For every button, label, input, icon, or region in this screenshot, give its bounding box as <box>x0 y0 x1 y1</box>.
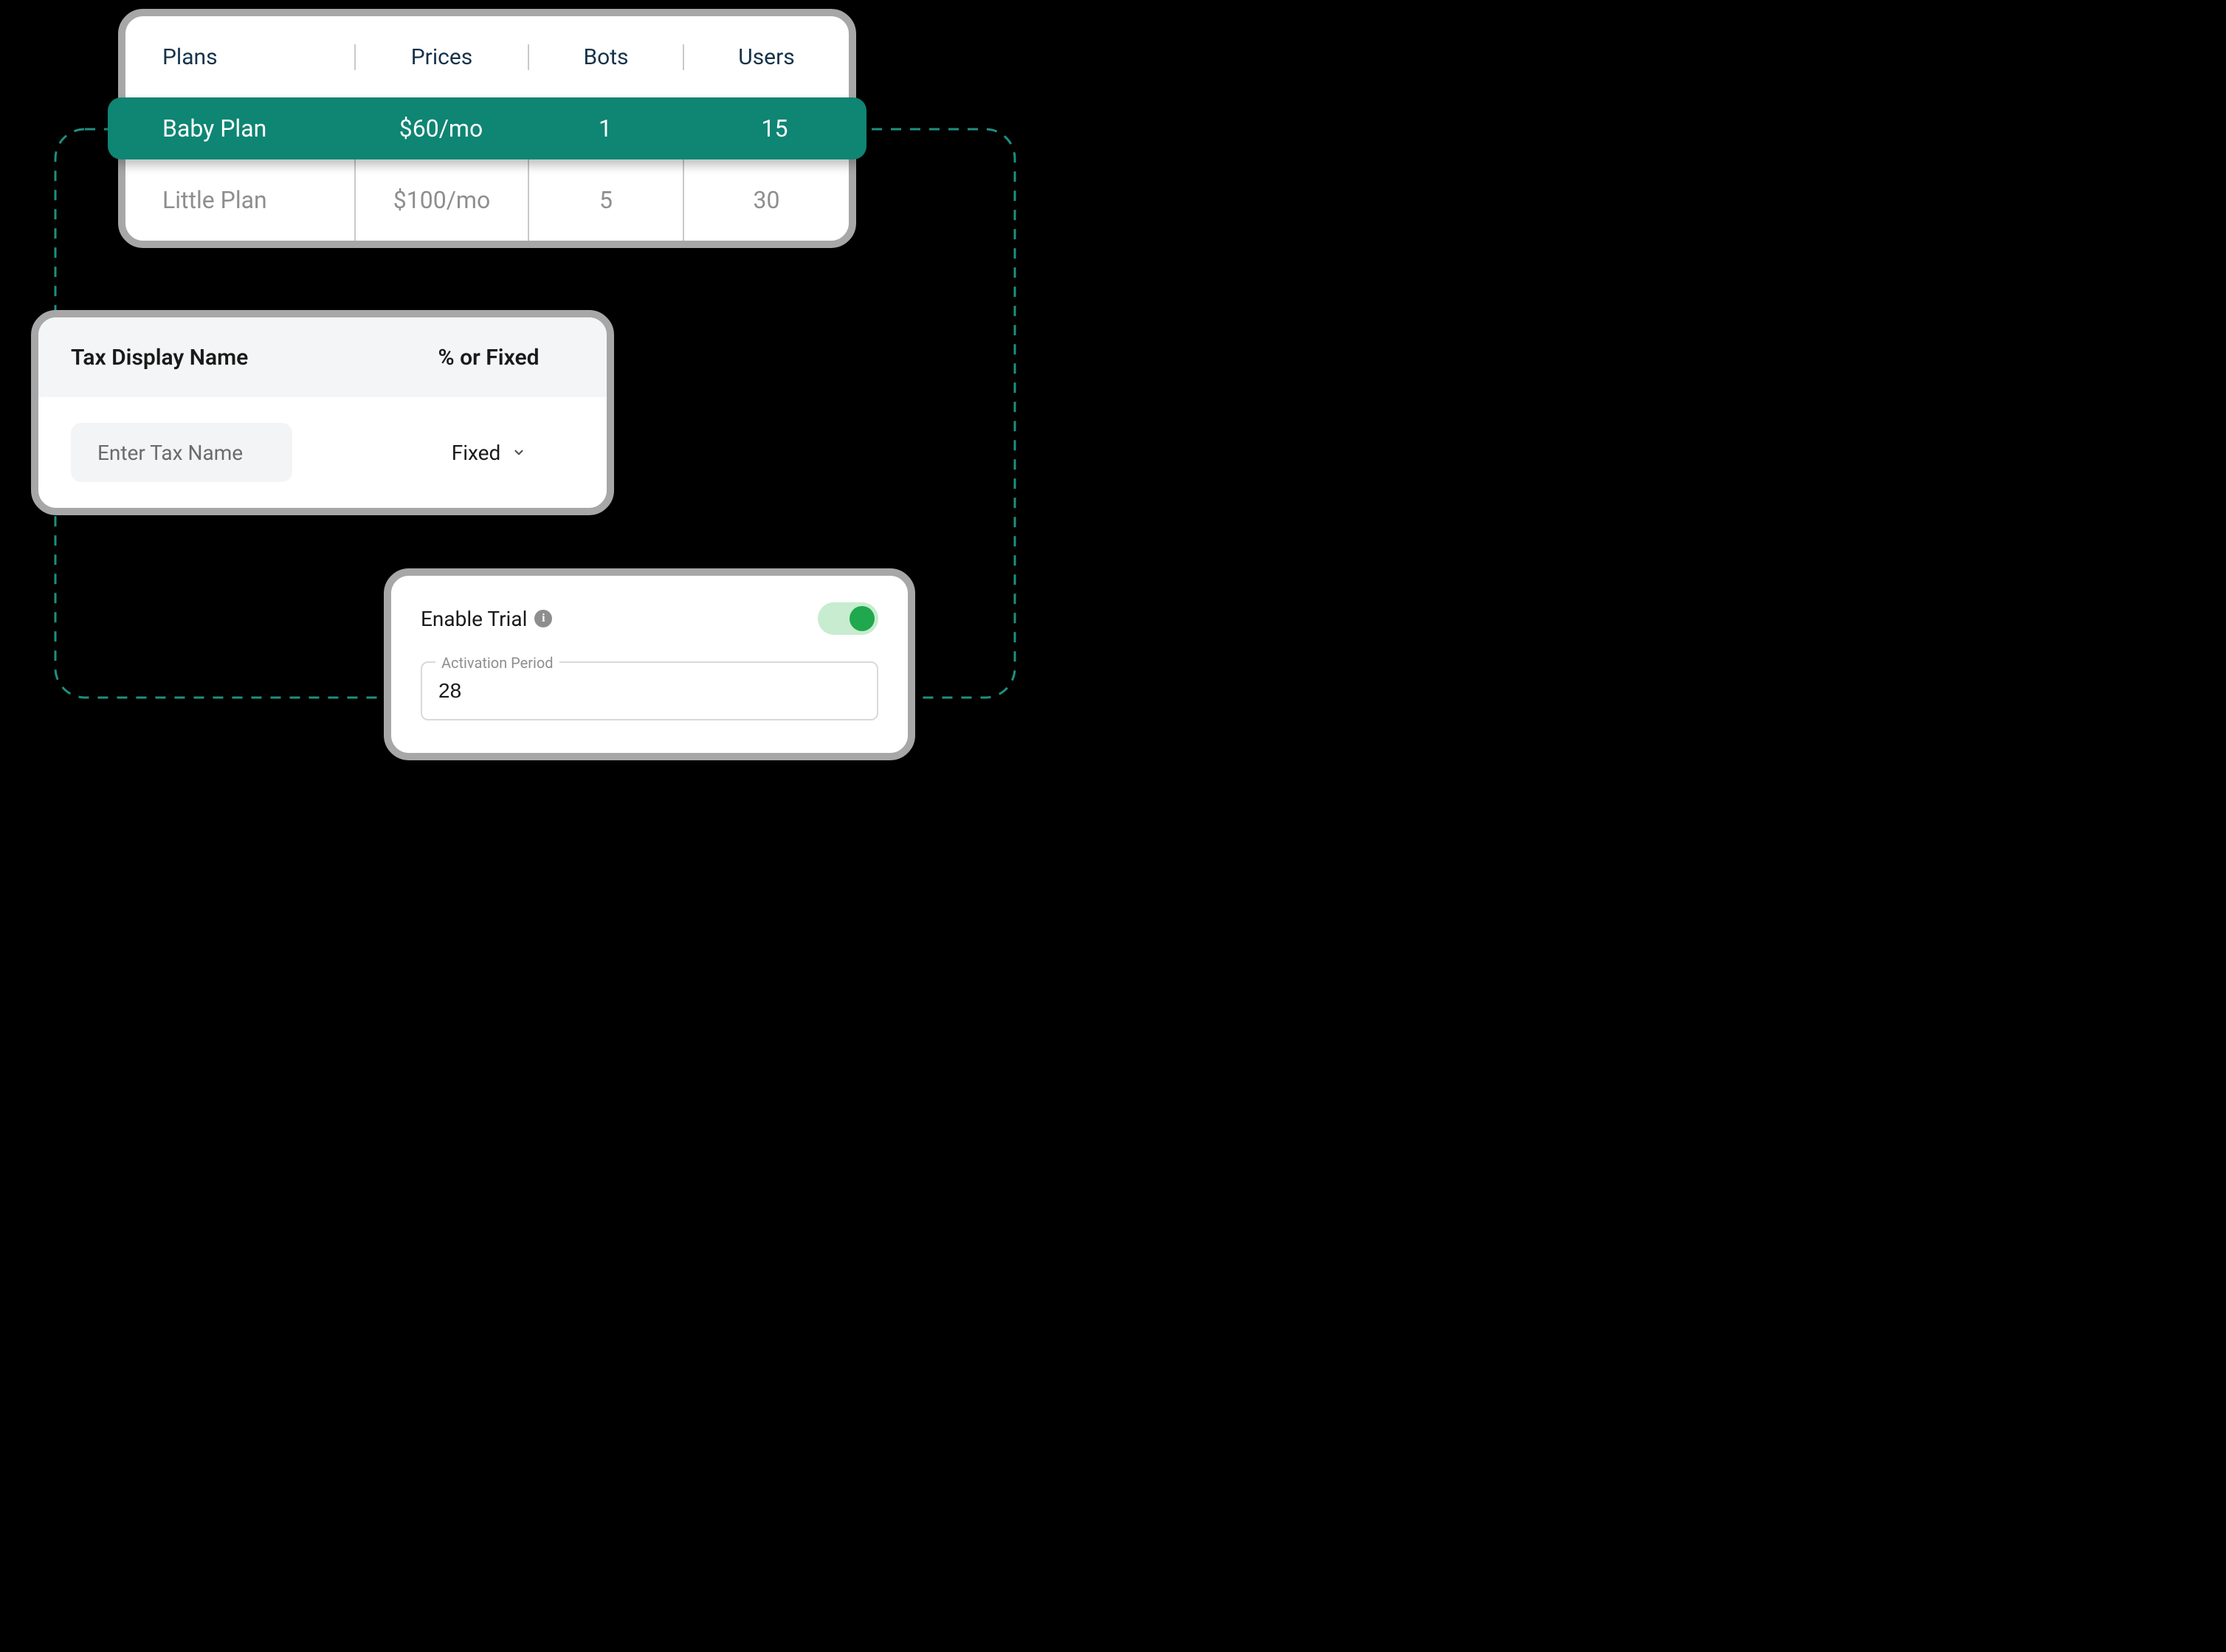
plan-users: 30 <box>683 159 849 241</box>
plan-users: 15 <box>683 114 866 142</box>
trial-card: Enable Trial i Activation Period <box>384 568 915 760</box>
tax-type-select[interactable]: Fixed <box>371 441 607 465</box>
plan-name: Little Plan <box>125 186 354 214</box>
activation-period-field[interactable]: Activation Period <box>421 661 878 720</box>
plan-row[interactable]: Little Plan $100/mo 5 30 <box>125 159 849 241</box>
plans-col-header-users: Users <box>683 44 849 70</box>
tax-card: Tax Display Name % or Fixed Enter Tax Na… <box>31 310 614 515</box>
plans-col-header-prices: Prices <box>354 44 528 70</box>
plan-bots: 1 <box>528 114 683 142</box>
toggle-knob <box>850 606 875 631</box>
plan-name: Baby Plan <box>108 114 354 142</box>
plan-bots: 5 <box>528 159 683 241</box>
info-icon[interactable]: i <box>534 610 552 627</box>
plans-col-header-plans: Plans <box>125 44 354 70</box>
tax-header-name: Tax Display Name <box>38 345 371 371</box>
activation-period-label: Activation Period <box>435 654 559 672</box>
plans-col-header-bots: Bots <box>528 44 683 70</box>
activation-period-input[interactable] <box>438 679 861 703</box>
plan-price: $100/mo <box>354 159 528 241</box>
plans-table-card: Plans Prices Bots Users Baby Plan $60/mo… <box>118 9 856 248</box>
plan-price: $60/mo <box>354 114 528 142</box>
trial-top-row: Enable Trial i <box>421 602 878 635</box>
enable-trial-toggle[interactable] <box>818 602 878 635</box>
tax-header-type: % or Fixed <box>371 345 607 371</box>
enable-trial-label: Enable Trial <box>421 607 527 631</box>
chevron-down-icon <box>512 446 526 459</box>
plan-row-selected[interactable]: Baby Plan $60/mo 1 15 <box>108 97 866 159</box>
tax-name-input[interactable]: Enter Tax Name <box>71 423 292 482</box>
tax-type-value: Fixed <box>452 441 501 465</box>
plans-table-header: Plans Prices Bots Users <box>125 16 849 97</box>
tax-body: Enter Tax Name Fixed <box>38 397 607 508</box>
tax-header: Tax Display Name % or Fixed <box>38 317 607 397</box>
